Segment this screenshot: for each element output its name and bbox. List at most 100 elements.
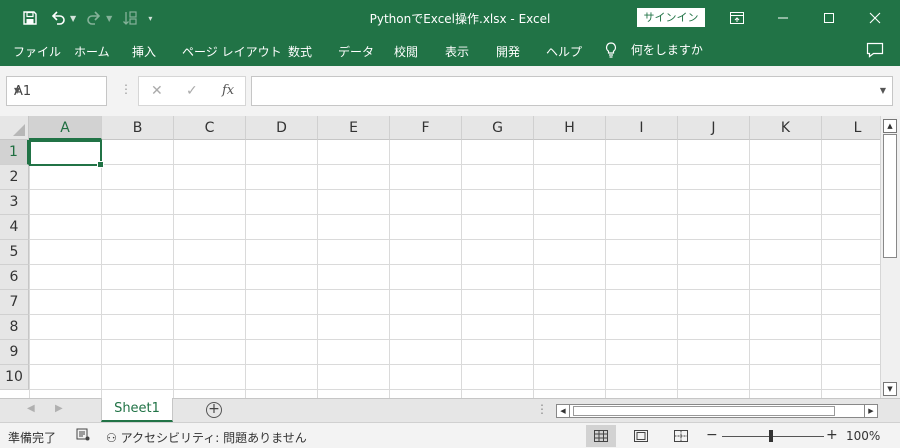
row-header[interactable]: 1 bbox=[0, 140, 29, 165]
signin-button[interactable]: サインイン bbox=[637, 8, 705, 27]
save-icon bbox=[23, 11, 37, 25]
tell-me-button[interactable]: 何をしますか bbox=[605, 41, 703, 58]
scroll-down-icon[interactable]: ▼ bbox=[883, 382, 897, 396]
column-header[interactable]: D bbox=[246, 116, 318, 140]
worksheet-grid[interactable]: A B C D E F G H I J K L 1 2 3 4 5 6 7 8 … bbox=[0, 116, 880, 398]
tell-me-label: 何をしますか bbox=[630, 43, 703, 57]
scroll-left-icon[interactable]: ◀ bbox=[556, 404, 570, 418]
accessibility-status-button[interactable]: ⚇ アクセシビリティ: 問題ありません bbox=[106, 429, 307, 446]
comments-button[interactable] bbox=[866, 42, 886, 60]
tab-insert[interactable]: 挿入 bbox=[132, 43, 156, 60]
tab-file[interactable]: ファイル bbox=[13, 43, 61, 60]
row-header[interactable]: 5 bbox=[0, 240, 29, 265]
scroll-right-icon[interactable]: ▶ bbox=[864, 404, 878, 418]
maximize-button[interactable] bbox=[806, 0, 852, 36]
normal-view-button[interactable] bbox=[586, 425, 616, 447]
tab-split-grip[interactable]: ⋮ bbox=[536, 402, 548, 416]
name-box-dropdown-icon[interactable]: ▼ bbox=[14, 86, 100, 95]
zoom-level[interactable]: 100% bbox=[846, 429, 880, 443]
tab-data[interactable]: データ bbox=[338, 43, 374, 60]
close-icon bbox=[869, 12, 881, 24]
horizontal-scroll-thumb[interactable] bbox=[573, 406, 835, 416]
column-header[interactable]: B bbox=[102, 116, 174, 140]
column-header[interactable]: G bbox=[462, 116, 534, 140]
row-header[interactable]: 4 bbox=[0, 215, 29, 240]
prev-sheet-icon[interactable]: ◀ bbox=[27, 403, 35, 414]
column-header[interactable]: J bbox=[678, 116, 750, 140]
column-header[interactable]: I bbox=[606, 116, 678, 140]
row-header[interactable]: 7 bbox=[0, 290, 29, 315]
vertical-scroll-thumb[interactable] bbox=[883, 134, 897, 258]
cell-area[interactable] bbox=[29, 140, 880, 398]
column-header[interactable]: K bbox=[750, 116, 822, 140]
zoom-slider-handle[interactable] bbox=[769, 430, 773, 442]
tab-developer[interactable]: 開発 bbox=[496, 43, 520, 60]
insert-function-icon[interactable]: fx bbox=[222, 83, 234, 98]
select-all-button[interactable] bbox=[0, 116, 29, 140]
tab-formulas[interactable]: 数式 bbox=[288, 43, 312, 60]
page-layout-view-button[interactable] bbox=[626, 425, 656, 447]
add-sheet-icon[interactable]: + bbox=[206, 402, 222, 418]
row-header[interactable]: 9 bbox=[0, 340, 29, 365]
redo-button[interactable] bbox=[82, 6, 106, 30]
page-break-view-button[interactable] bbox=[666, 425, 696, 447]
column-header[interactable]: F bbox=[390, 116, 462, 140]
column-header[interactable]: C bbox=[174, 116, 246, 140]
column-header[interactable]: E bbox=[318, 116, 390, 140]
expand-formula-bar-icon[interactable]: ▼ bbox=[880, 86, 886, 95]
redo-dropdown-icon[interactable]: ▼ bbox=[106, 14, 112, 23]
column-header[interactable]: H bbox=[534, 116, 606, 140]
ribbon-tabs: ファイル ホーム 挿入 ページ レイアウト 数式 データ 校閲 表示 開発 ヘル… bbox=[0, 36, 900, 66]
next-sheet-icon[interactable]: ▶ bbox=[55, 403, 63, 414]
accessibility-label: アクセシビリティ: 問題ありません bbox=[120, 431, 307, 445]
tab-page-layout[interactable]: ページ レイアウト bbox=[182, 43, 282, 60]
macro-record-icon bbox=[76, 428, 90, 441]
tab-help[interactable]: ヘルプ bbox=[546, 43, 582, 60]
lightbulb-icon bbox=[605, 41, 617, 58]
column-header[interactable]: A bbox=[29, 116, 102, 140]
comment-icon bbox=[866, 42, 884, 58]
save-button[interactable] bbox=[18, 6, 42, 30]
row-header[interactable]: 6 bbox=[0, 265, 29, 290]
maximize-icon bbox=[824, 13, 834, 23]
zoom-out-button[interactable]: − bbox=[706, 427, 718, 443]
enter-icon[interactable]: ✓ bbox=[186, 83, 198, 99]
active-cell-a1[interactable] bbox=[29, 140, 104, 168]
tab-home[interactable]: ホーム bbox=[74, 43, 110, 60]
ribbon-display-options-button[interactable] bbox=[714, 0, 760, 36]
formula-input[interactable]: ▼ bbox=[251, 76, 893, 106]
sort-icon bbox=[123, 11, 137, 25]
tab-view[interactable]: 表示 bbox=[445, 43, 469, 60]
vertical-scrollbar[interactable]: ▲ ▼ bbox=[880, 116, 900, 398]
tab-review[interactable]: 校閲 bbox=[394, 43, 418, 60]
column-header[interactable]: L bbox=[822, 116, 880, 140]
close-button[interactable] bbox=[852, 0, 898, 36]
minimize-icon bbox=[778, 17, 788, 19]
name-box[interactable]: A1 ▼ bbox=[6, 76, 107, 106]
window-title: PythonでExcel操作.xlsx - Excel bbox=[369, 12, 551, 26]
zoom-in-button[interactable]: + bbox=[826, 427, 838, 443]
status-ready: 準備完了 bbox=[8, 431, 57, 445]
cancel-icon[interactable]: ✕ bbox=[151, 83, 163, 99]
scroll-up-icon[interactable]: ▲ bbox=[883, 119, 897, 133]
undo-dropdown-icon[interactable]: ▼ bbox=[70, 14, 76, 23]
formula-bar-grip[interactable]: ⋮ bbox=[120, 82, 132, 96]
minimize-button[interactable] bbox=[760, 0, 806, 36]
sort-button[interactable] bbox=[118, 6, 142, 30]
row-header[interactable]: 8 bbox=[0, 315, 29, 340]
undo-button[interactable] bbox=[46, 6, 70, 30]
page-layout-icon bbox=[634, 430, 648, 442]
formula-buttons: ✕ ✓ fx bbox=[138, 76, 246, 106]
row-header[interactable]: 10 bbox=[0, 365, 29, 390]
customize-qat-icon[interactable]: ▾ bbox=[148, 14, 152, 23]
horizontal-scrollbar[interactable]: ◀ ▶ bbox=[556, 404, 878, 418]
macro-record-button[interactable] bbox=[76, 427, 90, 444]
grid-view-icon bbox=[594, 430, 608, 442]
ribbon-display-icon bbox=[730, 12, 744, 24]
sheet-tab-sheet1[interactable]: Sheet1 bbox=[101, 398, 173, 422]
row-header[interactable]: 3 bbox=[0, 190, 29, 215]
row-header[interactable]: 2 bbox=[0, 165, 29, 190]
zoom-slider-track[interactable] bbox=[722, 436, 824, 437]
sheet-tab-bar: ◀ ▶ Sheet1 + ⋮ ◀ ▶ bbox=[0, 398, 900, 422]
redo-icon bbox=[87, 11, 101, 25]
